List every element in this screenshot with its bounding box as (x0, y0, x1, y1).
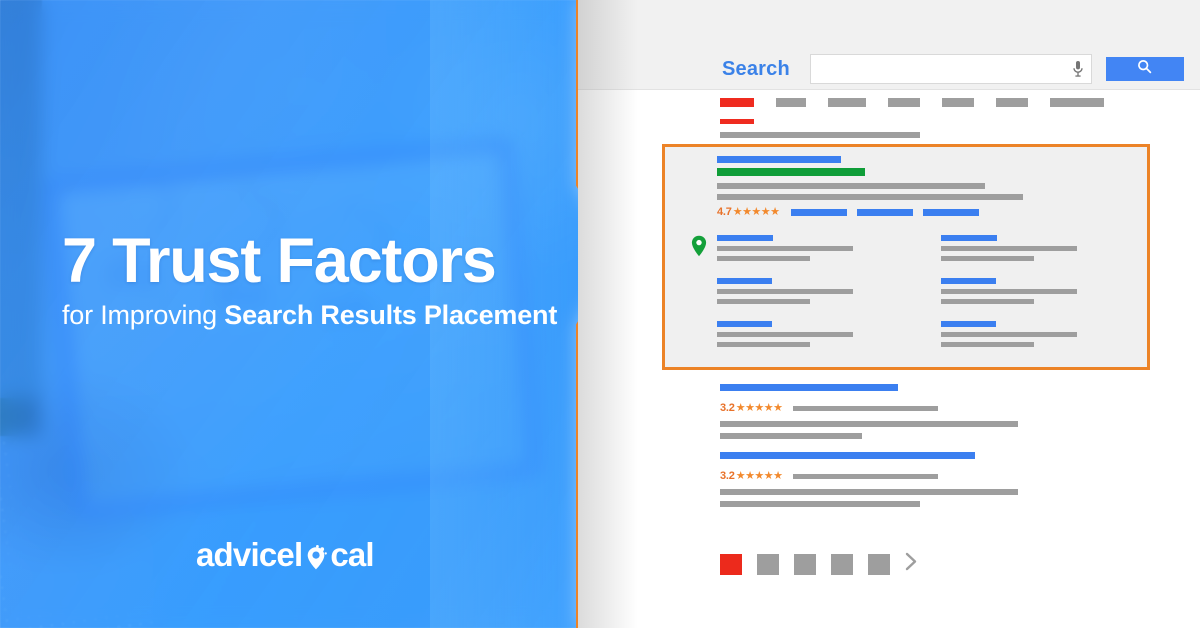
sitelink-description-line (941, 246, 1077, 251)
result-description-line (717, 194, 1023, 200)
hero-panel: 7 Trust Factors for Improving Search Res… (0, 0, 620, 628)
sitelink-title-bar[interactable] (941, 278, 996, 284)
sitelink-description-line (717, 332, 853, 337)
logo-text-last: cal (330, 536, 374, 573)
sitelink-title-bar[interactable] (941, 321, 996, 327)
map-pin-icon (691, 235, 707, 257)
sitelink-title-bar[interactable] (941, 235, 997, 241)
serp-tabs (720, 98, 1190, 110)
sitelink-description-line (941, 289, 1077, 294)
search-bar: Search (722, 54, 1184, 84)
serp-tab-7[interactable] (1050, 98, 1104, 107)
result-rating: 3.2 ★★★★★ (720, 470, 1018, 482)
page-subtitle: for Improving Search Results Placement (62, 300, 557, 331)
pagination-page-3[interactable] (794, 553, 816, 575)
serp-tab-3[interactable] (828, 98, 866, 107)
promo-graphic: 7 Trust Factors for Improving Search Res… (0, 0, 1200, 628)
sitelink-item[interactable] (717, 321, 913, 347)
sitelink-chips[interactable] (790, 208, 979, 216)
sitelink-description-line (717, 299, 810, 304)
result-description-line (720, 433, 862, 439)
sitelink-chip[interactable] (790, 208, 847, 216)
serp-tab-bar (720, 98, 1190, 138)
result-url-bar (717, 168, 865, 176)
map-pin-icon (301, 543, 331, 573)
sitelink-description-line (941, 332, 1077, 337)
result-description-line (720, 421, 1018, 427)
result-title-bar[interactable] (720, 452, 975, 459)
subtitle-light: for Improving (62, 300, 225, 330)
pagination-page-5[interactable] (868, 553, 890, 575)
serp-tab-5[interactable] (942, 98, 974, 107)
sitelink-chip[interactable] (922, 208, 979, 216)
sitelink-description-line (717, 342, 810, 347)
rating-stars: ★★★★★ (735, 469, 783, 482)
result-description-line (720, 489, 1018, 495)
rating-value: 4.7 (717, 206, 732, 218)
serp-panel: Search 4.7 ★★★★★ 3.2 ★★★★★ 3.2 ★★★★★ (578, 0, 1200, 628)
search-input[interactable] (810, 56, 1072, 82)
highlighted-result-main: 4.7 ★★★★★ (717, 156, 1135, 218)
search-input-wrapper[interactable] (809, 54, 1092, 84)
rating-meta-bar (792, 405, 938, 411)
pagination-page-4[interactable] (831, 553, 853, 575)
rating-stars: ★★★★★ (735, 401, 783, 414)
sitelink-item[interactable] (717, 235, 913, 261)
search-label: Search (722, 57, 790, 80)
search-result[interactable]: 3.2 ★★★★★ (720, 452, 1018, 507)
sitelink-item[interactable] (941, 235, 1137, 261)
sitelink-item[interactable] (717, 278, 913, 304)
serp-tab-6[interactable] (996, 98, 1028, 107)
logo-text-first: advicel (196, 536, 303, 573)
rating-value: 3.2 (720, 470, 735, 482)
sitelink-description-line (717, 256, 810, 261)
highlighted-result-card[interactable]: 4.7 ★★★★★ (662, 144, 1150, 370)
pagination[interactable] (720, 552, 918, 576)
pagination-page-2[interactable] (757, 553, 779, 575)
sitelink-description-line (941, 256, 1034, 261)
sitelink-description-line (717, 289, 853, 294)
subtitle-bold: Search Results Placement (224, 300, 558, 330)
result-description-line (717, 183, 985, 189)
chevron-right-icon[interactable] (905, 552, 918, 576)
result-title-bar[interactable] (720, 384, 898, 391)
page-title: 7 Trust Factors (62, 226, 497, 296)
serp-tab-active[interactable] (720, 98, 754, 107)
sitelink-description-line (941, 342, 1034, 347)
rating-meta-bar (792, 473, 938, 479)
sitelink-item[interactable] (941, 321, 1137, 347)
magnifier-icon (1137, 59, 1152, 79)
sitelink-title-bar[interactable] (717, 278, 772, 284)
serp-tab-4[interactable] (888, 98, 920, 107)
advicelocal-logo[interactable]: advicel cal (196, 536, 375, 574)
sitelink-description-line (717, 246, 853, 251)
results-count-bar (720, 132, 920, 138)
sitelink-title-bar[interactable] (717, 235, 773, 241)
result-rating: 4.7 ★★★★★ (717, 206, 1135, 218)
sitelink-title-bar[interactable] (717, 321, 772, 327)
result-rating: 3.2 ★★★★★ (720, 402, 1018, 414)
active-tab-underline (720, 119, 754, 124)
pagination-page-1[interactable] (720, 553, 742, 575)
result-description-line (720, 501, 920, 507)
search-button[interactable] (1105, 57, 1184, 81)
rating-value: 3.2 (720, 402, 735, 414)
serp-tab-2[interactable] (776, 98, 806, 107)
sitelink-description-line (941, 299, 1034, 304)
microphone-icon[interactable] (1072, 60, 1084, 78)
sitelink-chip[interactable] (856, 208, 913, 216)
rating-stars: ★★★★★ (732, 205, 780, 218)
search-result[interactable]: 3.2 ★★★★★ (720, 384, 1018, 439)
sitelink-item[interactable] (941, 278, 1137, 304)
sitelinks-grid (717, 235, 1137, 347)
result-title-bar[interactable] (717, 156, 841, 163)
